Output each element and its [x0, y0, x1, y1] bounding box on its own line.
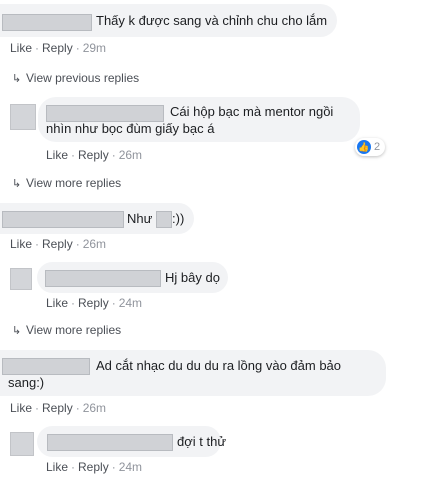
reply-bubble: Cái hộp bạc mà mentor ngồi nhìn như bọc … [38, 97, 360, 142]
like-reaction-icon: 👍 [357, 140, 371, 154]
separator: · [111, 148, 116, 162]
reply-link[interactable]: Reply [42, 41, 73, 55]
comment-text: đợi t thử [177, 434, 227, 449]
separator: · [71, 296, 76, 310]
comment-bubble: Thấy k được sang và chỉnh chu cho lắm [0, 4, 337, 37]
separator: · [35, 237, 40, 251]
avatar[interactable] [10, 432, 34, 456]
separator: · [71, 460, 76, 474]
separator: · [75, 237, 80, 251]
comment-text: Ad cắt nhạc du du du ra lồng vào đảm bảo… [8, 358, 342, 390]
like-link[interactable]: Like [10, 401, 32, 415]
timestamp[interactable]: 26m [83, 401, 106, 415]
redacted-author-name[interactable] [45, 270, 161, 287]
view-more-replies[interactable]: ↳ View more replies [12, 323, 121, 338]
separator: · [71, 148, 76, 162]
reply-link[interactable]: Reply [42, 401, 73, 415]
like-link[interactable]: Like [10, 41, 32, 55]
timestamp[interactable]: 29m [83, 41, 106, 55]
reply-link[interactable]: Reply [78, 296, 109, 310]
reply-bubble: đợi t thử [37, 426, 226, 457]
comment-actions: Like · Reply · 26m [10, 237, 106, 251]
reply-arrow-icon: ↳ [12, 73, 22, 85]
timestamp[interactable]: 24m [119, 460, 142, 474]
avatar[interactable] [10, 104, 36, 130]
reaction-count[interactable]: 👍 2 [355, 138, 386, 156]
comment-actions: Like · Reply · 26m [10, 401, 106, 415]
comment-text: Hj bây dọ [165, 270, 220, 285]
comment-bubble: Như :)) [0, 203, 194, 234]
comment-actions: Like · Reply · 24m [46, 296, 142, 310]
like-link[interactable]: Like [10, 237, 32, 251]
timestamp[interactable]: 26m [83, 237, 106, 251]
reply-arrow-icon: ↳ [12, 178, 22, 190]
separator: · [111, 296, 116, 310]
separator: · [111, 460, 116, 474]
like-link[interactable]: Like [46, 148, 68, 162]
redacted-author-name[interactable] [47, 434, 173, 451]
timestamp[interactable]: 26m [119, 148, 142, 162]
reply-bubble: Hj bây dọ [37, 262, 228, 293]
comment-text-after: :)) [172, 211, 185, 226]
comment-bubble: Ad cắt nhạc du du du ra lồng vào đảm bảo… [0, 350, 386, 396]
view-more-replies[interactable]: ↳ View more replies [12, 176, 121, 191]
like-link[interactable]: Like [46, 296, 68, 310]
comment-actions: Like · Reply · 24m [46, 460, 142, 474]
reply-arrow-icon: ↳ [12, 325, 22, 337]
view-more-label: View more replies [26, 323, 122, 337]
comment-text: Thấy k được sang và chỉnh chu cho lắm [96, 13, 328, 28]
reaction-number: 2 [374, 141, 381, 153]
timestamp[interactable]: 24m [119, 296, 142, 310]
avatar[interactable] [10, 268, 32, 290]
comment-text-before: Như [127, 211, 153, 226]
reply-link[interactable]: Reply [42, 237, 73, 251]
view-previous-replies[interactable]: ↳ View previous replies [12, 71, 139, 86]
reply-link[interactable]: Reply [78, 148, 109, 162]
separator: · [35, 401, 40, 415]
redacted-mention[interactable] [156, 211, 172, 228]
separator: · [35, 41, 40, 55]
reply-link[interactable]: Reply [78, 460, 109, 474]
comment-text: Cái hộp bạc mà mentor ngồi nhìn như bọc … [46, 104, 334, 136]
view-previous-label: View previous replies [26, 71, 140, 85]
comment-actions: Like · Reply · 26m [46, 148, 142, 162]
like-link[interactable]: Like [46, 460, 68, 474]
redacted-author-name[interactable] [2, 14, 92, 31]
redacted-author-name[interactable] [2, 211, 124, 228]
comment-actions: Like · Reply · 29m [10, 41, 106, 55]
separator: · [75, 41, 80, 55]
separator: · [75, 401, 80, 415]
view-more-label: View more replies [26, 176, 122, 190]
